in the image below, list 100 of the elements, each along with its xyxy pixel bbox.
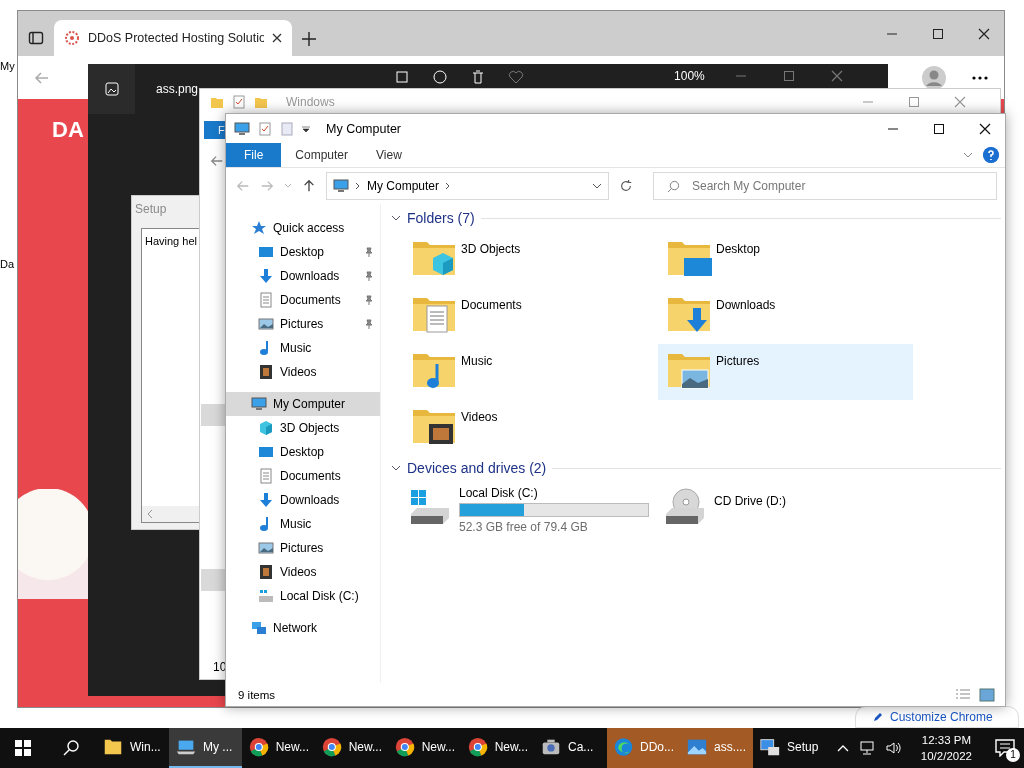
window-title: Setup (134, 201, 168, 218)
chevron-up-icon[interactable] (836, 744, 849, 752)
nav-item[interactable]: Videos (226, 560, 380, 584)
volume-icon[interactable] (884, 740, 901, 756)
taskbar-button[interactable]: New... (242, 728, 315, 768)
computer-icon (234, 120, 250, 137)
nav-item[interactable]: Quick access (226, 216, 380, 240)
window-title: Windows (286, 95, 335, 109)
nav-item[interactable]: Documents (226, 464, 380, 488)
nav-item[interactable]: Downloads (226, 488, 380, 512)
nav-item[interactable]: 3D Objects (226, 416, 380, 440)
collapse-chevron-icon[interactable] (391, 465, 401, 471)
ribbon-tab[interactable]: View (362, 143, 416, 167)
gallery-icon[interactable] (103, 81, 120, 97)
page-heading: DA (52, 117, 84, 143)
taskbar-button[interactable]: Win... (96, 728, 169, 768)
nav-item[interactable]: My Computer (226, 392, 380, 416)
folder-item[interactable]: Documents (403, 288, 658, 344)
more-menu-icon[interactable] (972, 75, 988, 80)
network-icon[interactable] (858, 740, 875, 756)
close-icon[interactable] (979, 122, 991, 135)
new-tab-icon[interactable] (302, 32, 316, 46)
section-heading: Devices and drives (2) (407, 460, 547, 476)
downloads-icon (258, 492, 274, 508)
nav-item[interactable]: Music (226, 512, 380, 536)
large-icons-view-icon[interactable] (979, 687, 995, 702)
ribbon-tab[interactable]: File (226, 143, 282, 167)
globe-swirl-icon (613, 736, 634, 758)
taskbar-button[interactable]: New... (461, 728, 534, 768)
collapse-chevron-icon[interactable] (391, 215, 401, 221)
nav-highlight (201, 404, 226, 426)
expand-ribbon-icon[interactable] (963, 152, 973, 158)
taskbar-button[interactable]: New... (315, 728, 388, 768)
partial-ribbon-tab[interactable]: F (204, 121, 226, 139)
heart-icon[interactable] (508, 69, 525, 85)
nav-item[interactable]: Pictures (226, 312, 380, 336)
close-icon[interactable] (272, 33, 282, 43)
taskbar-button[interactable]: DDo... (607, 728, 680, 768)
nav-item[interactable]: Local Disk (C:) (226, 584, 380, 608)
zoom-level[interactable]: 100% (674, 70, 705, 83)
properties-icon[interactable] (258, 121, 272, 136)
dropdown-arrow-icon[interactable] (302, 124, 310, 133)
profile-avatar-icon[interactable] (922, 65, 946, 90)
desktop-icon-label[interactable]: My (0, 60, 15, 72)
file-name: ass.png (156, 82, 199, 96)
crop-icon[interactable] (394, 69, 411, 85)
folder-item[interactable]: Desktop (658, 232, 913, 288)
folder-icon (210, 95, 224, 109)
window-title: My Computer (326, 121, 402, 136)
clock[interactable]: 12:33 PM 10/2/2022 (920, 732, 972, 764)
taskbar-button[interactable]: ass.... (680, 728, 753, 768)
customize-chrome-button[interactable]: Customize Chrome (855, 706, 1019, 728)
close-icon[interactable] (978, 27, 990, 40)
maximize-icon[interactable] (932, 27, 944, 40)
nav-item[interactable]: Music (226, 336, 380, 360)
desktop-icon-label[interactable]: Da (0, 258, 15, 270)
computer-icon (251, 396, 267, 412)
maximize-icon[interactable] (933, 122, 945, 135)
drive-item[interactable]: CD Drive (D:) (658, 480, 913, 538)
properties-icon[interactable] (232, 95, 246, 109)
network-icon (251, 620, 267, 636)
nav-item[interactable]: Desktop (226, 240, 380, 264)
back-arrow-icon[interactable] (210, 154, 224, 168)
star-icon (251, 220, 267, 236)
taskbar-button[interactable]: My ... (169, 728, 242, 768)
up-arrow-icon[interactable] (302, 179, 316, 193)
folder-item[interactable]: Pictures (658, 344, 913, 400)
browser-icon (248, 736, 270, 758)
rotate-icon[interactable] (432, 69, 449, 85)
search-field[interactable]: Search My Computer (653, 172, 997, 200)
drive-item[interactable]: Local Disk (C:) 52.3 GB free of 79.4 GB (403, 480, 658, 538)
tab-actions-icon[interactable] (28, 30, 44, 46)
folder-item[interactable]: Downloads (658, 288, 913, 344)
document-icon (258, 292, 274, 308)
taskbar-button[interactable]: Setup (753, 728, 826, 768)
nav-item[interactable]: Network (226, 616, 380, 640)
notification-button[interactable]: 1 (992, 736, 1018, 760)
search-icon[interactable] (63, 740, 79, 756)
help-icon[interactable] (983, 147, 999, 163)
nav-item[interactable]: Documents (226, 288, 380, 312)
pictures-icon (258, 316, 274, 332)
computer-icon (333, 178, 349, 194)
refresh-icon[interactable] (619, 179, 633, 193)
folder-item[interactable]: Videos (403, 400, 658, 456)
nav-item[interactable]: Desktop (226, 440, 380, 464)
ribbon-tab[interactable]: Computer (281, 143, 363, 167)
chevron-right-icon (355, 182, 361, 190)
browser-icon (394, 736, 416, 758)
taskbar-button[interactable]: New... (388, 728, 461, 768)
browser-icon (321, 736, 343, 758)
nav-item[interactable]: Downloads (226, 264, 380, 288)
folder-item[interactable]: 3D Objects (403, 232, 658, 288)
nav-item[interactable]: Videos (226, 360, 380, 384)
address-bar[interactable]: My Computer (326, 172, 609, 200)
nav-item[interactable]: Pictures (226, 536, 380, 560)
chevron-right-icon (445, 182, 452, 190)
start-windows-icon[interactable] (15, 740, 31, 756)
folder-item[interactable]: Music (403, 344, 658, 400)
document-icon (258, 468, 274, 484)
taskbar-button[interactable]: Ca... (534, 728, 607, 768)
